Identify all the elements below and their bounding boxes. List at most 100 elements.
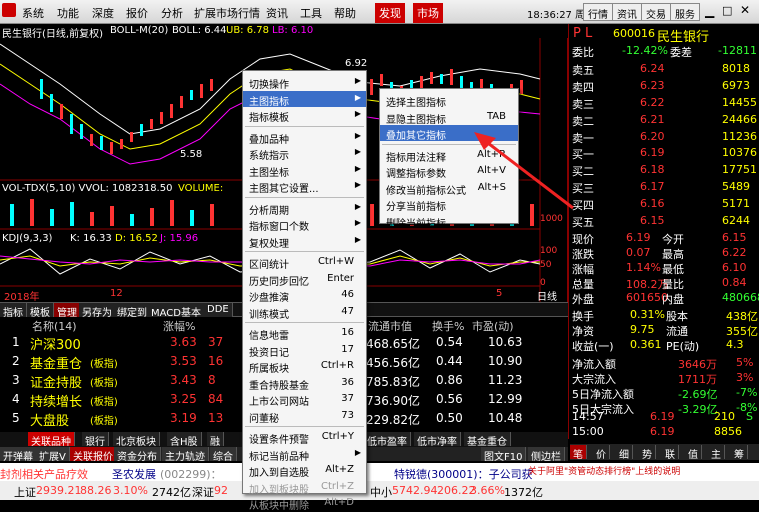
menu-item[interactable]: 选择主图指标	[380, 92, 518, 109]
quote-tab[interactable]: 值	[685, 445, 702, 461]
menu-item[interactable]: 系统指示 ▶	[243, 145, 366, 162]
tab-bind-to[interactable]: 绑定到	[114, 303, 151, 319]
menu-extended-market[interactable]: 扩展市场行情	[194, 5, 260, 21]
tab-macd[interactable]: MACD基本	[148, 303, 205, 319]
news-2[interactable]: 圣农发展	[112, 466, 156, 482]
tab-low-pb[interactable]: 低市净率	[414, 432, 461, 448]
tab-template[interactable]: 模板	[27, 303, 54, 319]
menu-help[interactable]: 帮助	[334, 5, 356, 21]
quote-tab[interactable]: 筹	[731, 445, 748, 461]
bid-price: 6.19	[640, 146, 665, 159]
tab-beijing[interactable]: 北京板块	[113, 432, 160, 448]
tab-related-quote[interactable]: 关联报价	[70, 447, 117, 463]
idx-sz[interactable]: 深证	[192, 484, 214, 500]
menu-item[interactable]: 主图其它设置... ▶	[243, 178, 366, 195]
menu-item[interactable]: 所属板块 Ctrl+R	[243, 358, 366, 375]
idx-sme[interactable]: 中小	[370, 484, 392, 500]
tab-f10[interactable]: 图文F10	[481, 447, 527, 463]
row-change-2: 8	[208, 373, 216, 387]
menu-item[interactable]: 显隐主图指标 TAB	[380, 109, 518, 126]
menu-item[interactable]: 投资日记 17	[243, 342, 366, 359]
tab-save-as[interactable]: 另存为	[79, 303, 116, 319]
menu-system[interactable]: 系统	[22, 5, 44, 21]
menu-item[interactable]: 分析周期 ▶	[243, 200, 366, 217]
menu-item[interactable]: 指标模板 ▶	[243, 107, 366, 124]
tab-low-pe[interactable]: 低市盈率	[364, 432, 411, 448]
header-change[interactable]: 涨幅%	[163, 318, 195, 334]
quote-tab[interactable]: 细	[616, 445, 633, 461]
menu-item[interactable]: 问董秘 73	[243, 408, 366, 425]
header-market-cap[interactable]: 流通市值	[368, 318, 412, 334]
tab-related[interactable]: 关联品种	[28, 432, 75, 448]
menu-depth[interactable]: 深度	[92, 5, 114, 21]
tab-bank[interactable]: 银行	[82, 432, 109, 448]
quote-tab[interactable]: 价	[593, 445, 610, 461]
news-4[interactable]: 关于阿里"资管动态排行榜"上线的说明	[528, 464, 759, 477]
menu-analysis[interactable]: 分析	[161, 5, 183, 21]
menu-item[interactable]: 主图坐标 ▶	[243, 162, 366, 179]
news-1[interactable]: 封剂相关产品疗效	[0, 466, 88, 482]
quote-tab[interactable]: 笔	[570, 445, 587, 461]
menu-item[interactable]: 加入到自选股 Alt+Z	[243, 462, 366, 479]
btn-trade[interactable]: 交易	[641, 3, 671, 21]
tab-fund-heavy[interactable]: 基金重仓	[464, 432, 511, 448]
menu-item[interactable]: 历史同步回忆 Enter	[243, 271, 366, 288]
menu-item[interactable]: 设置条件预警 Ctrl+Y	[243, 429, 366, 446]
menu-tools[interactable]: 工具	[300, 5, 322, 21]
tab-general[interactable]: 综合	[210, 447, 237, 463]
menu-item[interactable]: 叠加品种 ▶	[243, 129, 366, 146]
menu-item[interactable]: 指标窗口个数 ▶	[243, 216, 366, 233]
btn-service[interactable]: 服务	[670, 3, 700, 21]
tab-dde[interactable]: DDE	[204, 303, 233, 317]
menu-discover[interactable]: 发现	[375, 3, 405, 23]
menu-item[interactable]: 标记当前品种 ▶	[243, 446, 366, 463]
menu-item[interactable]: 上市公司网站 37	[243, 391, 366, 408]
quote-tab[interactable]: 联	[662, 445, 679, 461]
stat-value: 6.15	[722, 231, 747, 244]
row-number: 4	[12, 392, 20, 406]
menu-item-label: 叠加其它指标	[386, 131, 446, 142]
menu-item[interactable]: 重合持股基金 36	[243, 375, 366, 392]
menu-item-shortcut: TAB	[486, 110, 506, 122]
menu-item[interactable]: 沙盘推演 46	[243, 287, 366, 304]
idx-sh[interactable]: 上证	[14, 484, 36, 500]
menu-info[interactable]: 资讯	[266, 5, 288, 21]
period-daily[interactable]: 日线	[537, 288, 557, 303]
menu-item[interactable]: 区间统计 Ctrl+W	[243, 254, 366, 271]
row-name[interactable]: 沪深300	[30, 334, 81, 353]
tab-fund-dist[interactable]: 资金分布	[114, 447, 161, 463]
tab-indicator[interactable]: 指标	[0, 303, 27, 319]
tab-sidebar[interactable]: 侧边栏	[528, 447, 565, 463]
row-name[interactable]: 大盘股	[30, 410, 69, 429]
row-name[interactable]: 证金持股	[30, 372, 82, 391]
menu-item[interactable]: 信息地雷 16	[243, 325, 366, 342]
tab-h-share[interactable]: 含H股	[167, 432, 202, 448]
btn-info[interactable]: 资讯	[612, 3, 642, 21]
tab-main-track[interactable]: 主力轨迹	[162, 447, 209, 463]
menu-item[interactable]: 主图指标 ▶	[243, 90, 366, 108]
tab-extend[interactable]: 扩展V	[36, 447, 70, 463]
close-icon[interactable]: ✕	[740, 3, 750, 17]
header-pe[interactable]: 市盈(动)	[472, 318, 514, 334]
quote-tab[interactable]: 主	[708, 445, 725, 461]
tab-manage[interactable]: 管理	[54, 303, 81, 319]
menu-quote[interactable]: 报价	[126, 5, 148, 21]
menu-market[interactable]: 市场	[413, 3, 443, 23]
header-name[interactable]: 名称(14)	[32, 318, 77, 334]
menu-function[interactable]: 功能	[57, 5, 79, 21]
news-3[interactable]: 特锐德(300001)：子公司获	[394, 466, 533, 482]
minimize-icon[interactable]: ▁	[705, 4, 714, 18]
menu-item[interactable]: 训练模式 47	[243, 304, 366, 321]
btn-quotes[interactable]: 行情	[583, 3, 613, 21]
tab-margin[interactable]: 融	[207, 432, 224, 448]
menu-item[interactable]: 复权处理 ▶	[243, 233, 366, 250]
header-turnover[interactable]: 换手%	[432, 318, 464, 334]
menu-item[interactable]: 切换操作 ▶	[243, 74, 366, 91]
news-ticker[interactable]: 封剂相关产品疗效 圣农发展 (002299)： 特锐德(300001)：子公司获…	[0, 463, 759, 481]
row-name[interactable]: 持续增长	[30, 391, 82, 410]
row-name[interactable]: 基金重仓	[30, 353, 82, 372]
tab-danmaku[interactable]: 开弹幕	[0, 447, 37, 463]
news-2-code[interactable]: (002299)：	[160, 466, 222, 482]
quote-tab[interactable]: 势	[639, 445, 656, 461]
maximize-icon[interactable]: □	[722, 4, 732, 17]
